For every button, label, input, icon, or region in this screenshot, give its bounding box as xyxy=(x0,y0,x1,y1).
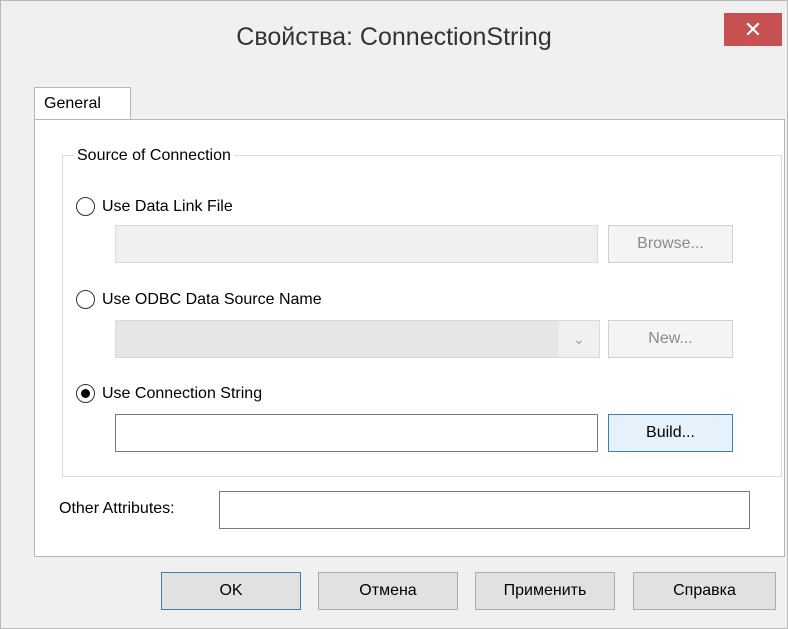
chevron-down-icon: ⌄ xyxy=(559,321,599,357)
other-attributes-label: Other Attributes: xyxy=(59,500,175,517)
other-attributes-input[interactable] xyxy=(219,491,750,529)
new-button: New... xyxy=(608,320,733,358)
radio-button-connection-string[interactable] xyxy=(76,384,95,403)
radio-data-link-label: Use Data Link File xyxy=(102,197,233,215)
close-icon: ✕ xyxy=(743,16,763,42)
close-button[interactable]: ✕ xyxy=(724,13,782,46)
tab-general[interactable]: General xyxy=(34,87,131,119)
tab-general-label: General xyxy=(44,94,101,112)
build-button[interactable]: Build... xyxy=(608,414,733,452)
cancel-button[interactable]: Отмена xyxy=(318,572,458,610)
radio-button-odbc[interactable] xyxy=(76,290,95,309)
radio-odbc-label: Use ODBC Data Source Name xyxy=(102,290,322,308)
ok-button[interactable]: OK xyxy=(161,572,301,610)
source-of-connection-label: Source of Connection xyxy=(74,147,234,165)
help-button[interactable]: Справка xyxy=(633,572,776,610)
radio-data-link-file[interactable]: Use Data Link File xyxy=(76,197,233,216)
odbc-dsn-combobox: ⌄ xyxy=(115,320,600,358)
odbc-dsn-value xyxy=(116,321,559,357)
apply-button[interactable]: Применить xyxy=(475,572,615,610)
title-bar: Свойства: ConnectionString ✕ xyxy=(1,1,787,79)
radio-button-data-link[interactable] xyxy=(76,197,95,216)
connection-string-input[interactable] xyxy=(115,414,598,452)
dialog-title: Свойства: ConnectionString xyxy=(236,23,552,51)
radio-connection-string[interactable]: Use Connection String xyxy=(76,384,262,403)
data-link-file-field xyxy=(115,225,598,263)
browse-button: Browse... xyxy=(608,225,733,263)
general-panel: Source of Connection Use Data Link File … xyxy=(34,119,785,557)
radio-connection-string-label: Use Connection String xyxy=(102,384,263,402)
radio-odbc-dsn[interactable]: Use ODBC Data Source Name xyxy=(76,290,322,309)
radio-selected-dot xyxy=(81,389,90,398)
properties-dialog: Свойства: ConnectionString ✕ General Sou… xyxy=(0,0,788,629)
